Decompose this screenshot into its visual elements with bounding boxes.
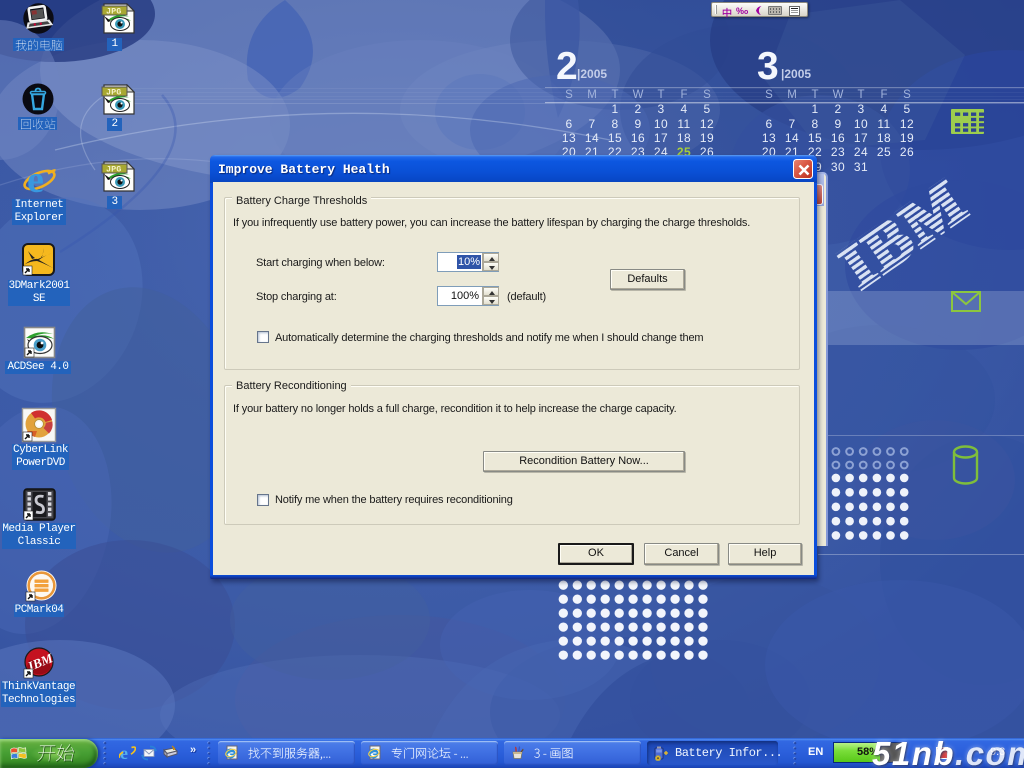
svg-text:JPG: JPG — [106, 7, 121, 17]
svg-text:JPG: JPG — [106, 88, 121, 98]
svg-text:JPG: JPG — [106, 165, 121, 175]
svg-text:e: e — [27, 163, 44, 197]
